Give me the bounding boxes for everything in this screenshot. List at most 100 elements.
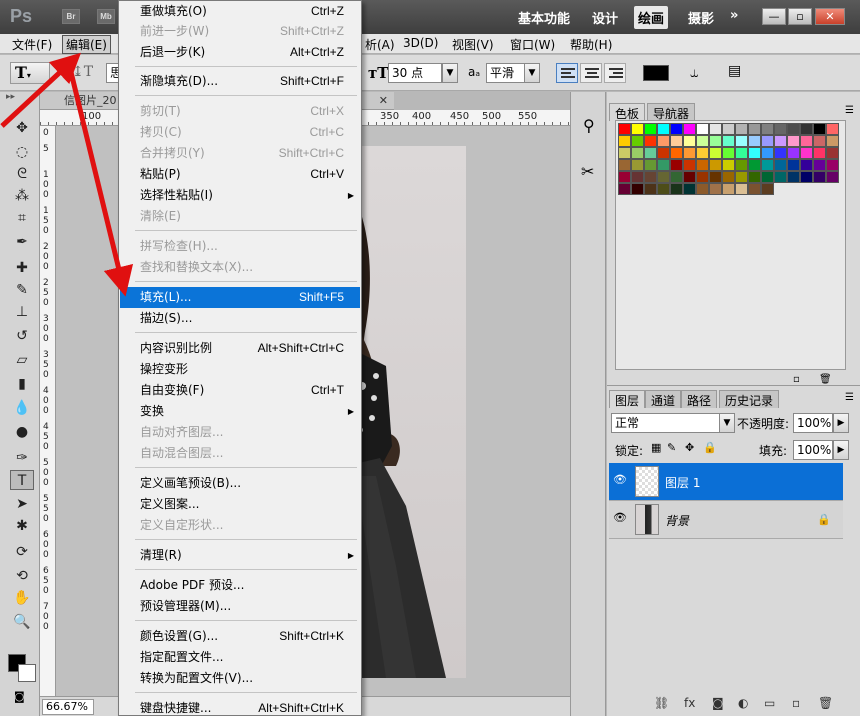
menu-fill[interactable]: 填充(L)... Shift+F5 — [120, 287, 360, 308]
color-swatch[interactable] — [813, 159, 826, 171]
color-swatch[interactable] — [618, 135, 631, 147]
color-swatch[interactable] — [787, 135, 800, 147]
move-tool-icon[interactable]: ✥ — [10, 118, 34, 138]
zoom-tool-icon[interactable]: 🔍 — [10, 612, 34, 632]
fill-slider-button[interactable]: ▶ — [833, 440, 849, 460]
color-swatch[interactable] — [800, 147, 813, 159]
color-swatch[interactable] — [787, 171, 800, 183]
tab-history[interactable]: 历史记录 — [719, 390, 780, 408]
clone-stamp-tool-icon[interactable]: ⊥ — [10, 302, 34, 322]
eyedropper-tool-icon[interactable]: ✒ — [10, 232, 34, 252]
color-swatch[interactable] — [761, 147, 774, 159]
color-swatch[interactable] — [696, 171, 709, 183]
tab-swatches[interactable]: 色板 — [609, 103, 646, 121]
color-swatch[interactable] — [683, 147, 696, 159]
align-right-button[interactable] — [604, 63, 626, 83]
color-swatch[interactable] — [761, 159, 774, 171]
menu-define-custom-shape[interactable]: 定义自定形状... — [120, 515, 360, 536]
color-swatch[interactable] — [774, 135, 787, 147]
tab-layers[interactable]: 图层 — [609, 390, 646, 408]
color-swatch[interactable] — [735, 147, 748, 159]
menu-paste[interactable]: 粘贴(P) Ctrl+V — [120, 164, 360, 185]
blend-mode-select[interactable]: 正常 — [611, 413, 723, 433]
color-swatch[interactable] — [800, 171, 813, 183]
color-swatch[interactable] — [683, 183, 696, 195]
color-swatch[interactable] — [748, 135, 761, 147]
antialias-dropdown[interactable]: ▼ — [524, 63, 540, 83]
color-swatch[interactable] — [644, 183, 657, 195]
layers-menu-icon[interactable]: ☰ — [845, 392, 854, 403]
antialias-field[interactable]: 平滑 — [486, 63, 526, 83]
color-swatch[interactable] — [670, 135, 683, 147]
color-swatch[interactable] — [774, 123, 787, 135]
blend-mode-dropdown[interactable]: ▼ — [719, 413, 735, 433]
color-swatch[interactable] — [670, 183, 683, 195]
menu-auto-blend-layers[interactable]: 自动混合图层... — [120, 443, 360, 464]
new-group-icon[interactable]: ▭ — [764, 696, 775, 710]
color-swatch[interactable] — [774, 171, 787, 183]
visibility-eye-icon[interactable]: 👁 — [613, 474, 627, 485]
tab-navigator[interactable]: 导航器 — [647, 103, 696, 121]
color-swatch[interactable] — [748, 171, 761, 183]
link-layers-icon[interactable]: ⛓ — [654, 696, 669, 710]
workspace-design[interactable]: 设计 — [592, 8, 618, 27]
color-swatch[interactable] — [631, 171, 644, 183]
color-swatch[interactable] — [826, 123, 839, 135]
dodge-tool-icon[interactable]: ● — [10, 422, 34, 442]
color-swatch[interactable] — [683, 135, 696, 147]
color-swatch[interactable] — [670, 159, 683, 171]
color-swatch[interactable] — [800, 159, 813, 171]
menu-cut[interactable]: 剪切(T) Ctrl+X — [120, 101, 360, 122]
color-swatch[interactable] — [644, 171, 657, 183]
color-swatch[interactable] — [657, 183, 670, 195]
pen-tool-icon[interactable]: ✑ — [10, 448, 34, 468]
workspace-painting[interactable]: 绘画 — [634, 6, 669, 29]
color-swatch[interactable] — [748, 183, 761, 195]
color-swatch[interactable] — [644, 147, 657, 159]
text-orientation-icon[interactable]: ↨T — [72, 64, 93, 80]
color-swatch[interactable] — [683, 123, 696, 135]
menu-preset-manager[interactable]: 预设管理器(M)... — [120, 596, 360, 617]
more-workspaces-button[interactable]: » — [730, 8, 738, 23]
brush-tool-icon[interactable]: ✎ — [10, 280, 34, 300]
color-swatch[interactable] — [631, 135, 644, 147]
color-swatch[interactable] — [722, 183, 735, 195]
eraser-tool-icon[interactable]: ▱ — [10, 350, 34, 370]
delete-swatch-icon[interactable]: 🗑 — [819, 374, 832, 385]
layer-row[interactable]: 👁 背景 🔒 — [609, 501, 843, 539]
tool-presets-icon[interactable]: ✂ — [581, 162, 594, 181]
new-swatch-icon[interactable]: ▫ — [793, 374, 800, 385]
color-swatch[interactable] — [761, 183, 774, 195]
color-swatch[interactable] — [631, 183, 644, 195]
layer-row[interactable]: 👁 图层 1 — [609, 463, 843, 501]
crop-tool-icon[interactable]: ⌗ — [10, 208, 34, 228]
menu-file[interactable]: 文件(F) — [12, 36, 52, 53]
color-swatch[interactable] — [631, 159, 644, 171]
workspace-photography[interactable]: 摄影 — [688, 8, 714, 27]
color-swatch[interactable] — [657, 135, 670, 147]
menu-edit[interactable]: 编辑(E) — [62, 35, 111, 54]
color-swatch[interactable] — [618, 183, 631, 195]
color-swatch[interactable] — [722, 135, 735, 147]
lock-transparent-icon[interactable]: ▦ — [651, 441, 661, 454]
panel-menu-icon[interactable]: ☰ — [845, 105, 854, 116]
new-layer-icon[interactable]: ▫ — [792, 696, 800, 710]
align-left-button[interactable] — [556, 63, 578, 83]
color-swatch[interactable] — [709, 123, 722, 135]
3d-orbit-tool-icon[interactable]: ⟲ — [10, 566, 34, 586]
color-swatch[interactable] — [826, 147, 839, 159]
color-swatch[interactable] — [644, 123, 657, 135]
menu-define-pattern[interactable]: 定义图案... — [120, 494, 360, 515]
menu-purge[interactable]: 清理(R) ▶ — [120, 545, 360, 566]
color-swatch[interactable] — [683, 159, 696, 171]
color-swatch[interactable] — [826, 171, 839, 183]
healing-brush-tool-icon[interactable]: ✚ — [10, 258, 34, 278]
path-select-tool-icon[interactable]: ➤ — [10, 494, 34, 514]
color-swatch[interactable] — [670, 147, 683, 159]
color-swatch[interactable] — [722, 147, 735, 159]
menu-stroke[interactable]: 描边(S)... — [120, 308, 360, 329]
menu-convert-to-profile[interactable]: 转换为配置文件(V)... — [120, 668, 360, 689]
color-swatch[interactable] — [748, 159, 761, 171]
lock-pixels-icon[interactable]: ✎ — [667, 441, 676, 454]
color-swatch[interactable] — [761, 135, 774, 147]
